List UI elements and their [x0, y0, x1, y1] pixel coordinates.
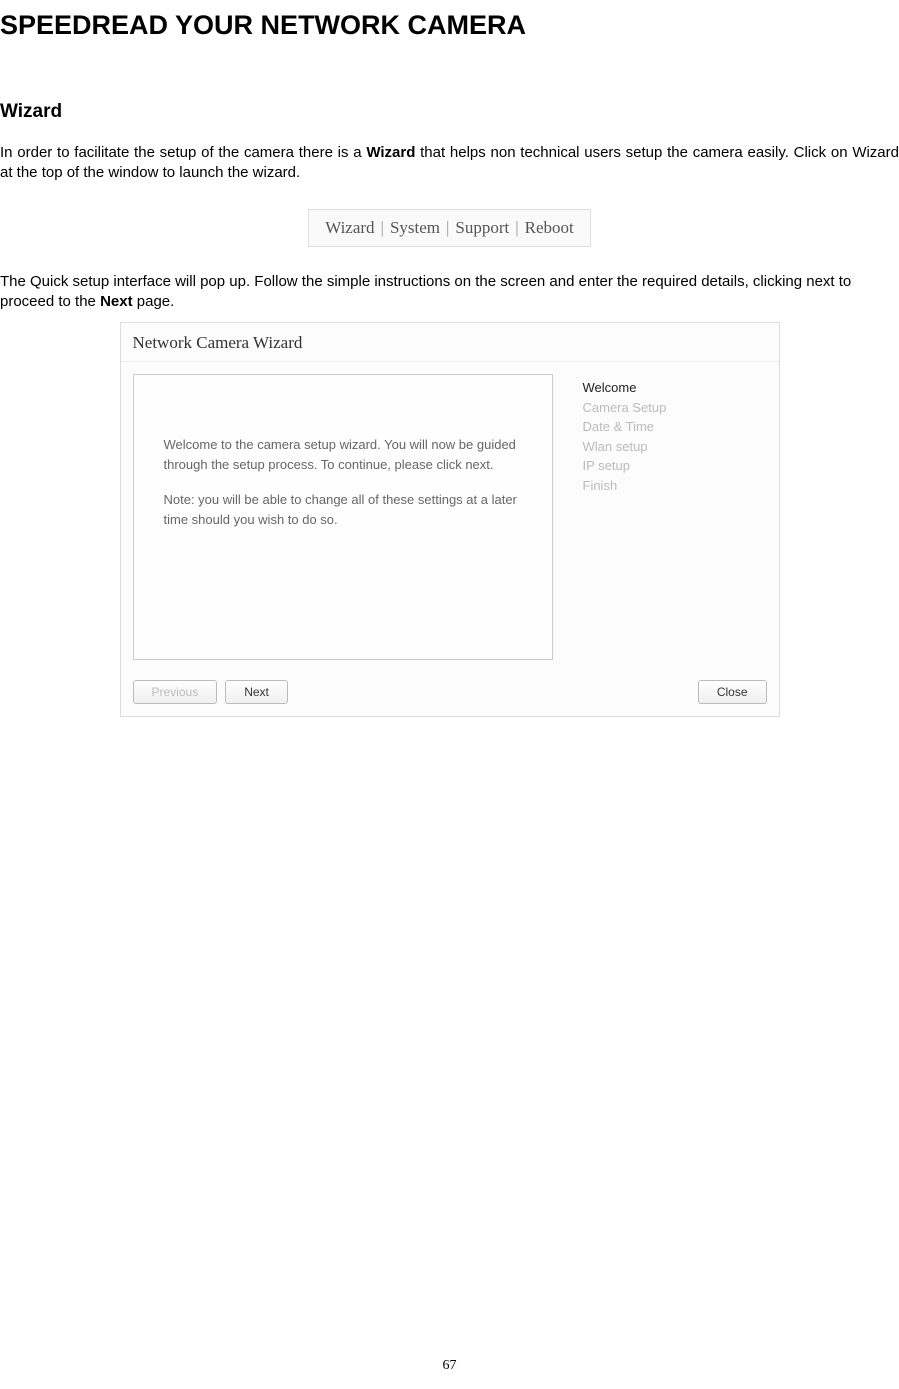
- wizard-body: Welcome to the camera setup wizard. You …: [121, 362, 779, 672]
- page-number: 67: [0, 1358, 899, 1374]
- previous-button: Previous: [133, 680, 218, 704]
- para1-pre: In order to facilitate the setup of the …: [0, 144, 366, 161]
- wizard-step-welcome: Welcome: [583, 378, 767, 398]
- nav-reboot[interactable]: Reboot: [525, 218, 574, 238]
- wizard-footer-left: Previous Next: [133, 680, 288, 704]
- intro-paragraph-1: In order to facilitate the setup of the …: [0, 143, 899, 184]
- wizard-step-camera-setup: Camera Setup: [583, 398, 767, 418]
- nav-sep-3: |: [515, 218, 518, 238]
- nav-bar-container: Wizard | System | Support | Reboot: [0, 209, 899, 247]
- para2-bold: Next: [100, 293, 133, 310]
- para1-bold: Wizard: [366, 144, 415, 161]
- nav-support[interactable]: Support: [455, 218, 509, 238]
- wizard-window: Network Camera Wizard Welcome to the cam…: [120, 322, 780, 717]
- wizard-step-wlan: Wlan setup: [583, 437, 767, 457]
- wizard-content-p1: Welcome to the camera setup wizard. You …: [164, 435, 522, 474]
- para2-post: page.: [133, 293, 175, 310]
- wizard-step-finish: Finish: [583, 476, 767, 496]
- intro-paragraph-2: The Quick setup interface will pop up. F…: [0, 272, 899, 313]
- wizard-sidebar: Welcome Camera Setup Date & Time Wlan se…: [583, 374, 767, 660]
- wizard-container: Network Camera Wizard Welcome to the cam…: [0, 322, 899, 717]
- section-heading: Wizard: [0, 101, 899, 123]
- nav-sep-1: |: [381, 218, 384, 238]
- wizard-step-date-time: Date & Time: [583, 417, 767, 437]
- nav-system[interactable]: System: [390, 218, 440, 238]
- next-button[interactable]: Next: [225, 680, 288, 704]
- wizard-footer: Previous Next Close: [121, 672, 779, 716]
- page-title: SPEEDREAD YOUR NETWORK CAMERA: [0, 0, 899, 41]
- wizard-step-ip: IP setup: [583, 456, 767, 476]
- nav-wizard[interactable]: Wizard: [325, 218, 374, 238]
- close-button[interactable]: Close: [698, 680, 767, 704]
- wizard-content-p2: Note: you will be able to change all of …: [164, 490, 522, 529]
- wizard-title: Network Camera Wizard: [121, 323, 779, 362]
- nav-sep-2: |: [446, 218, 449, 238]
- wizard-content-panel: Welcome to the camera setup wizard. You …: [133, 374, 553, 660]
- nav-bar: Wizard | System | Support | Reboot: [308, 209, 591, 247]
